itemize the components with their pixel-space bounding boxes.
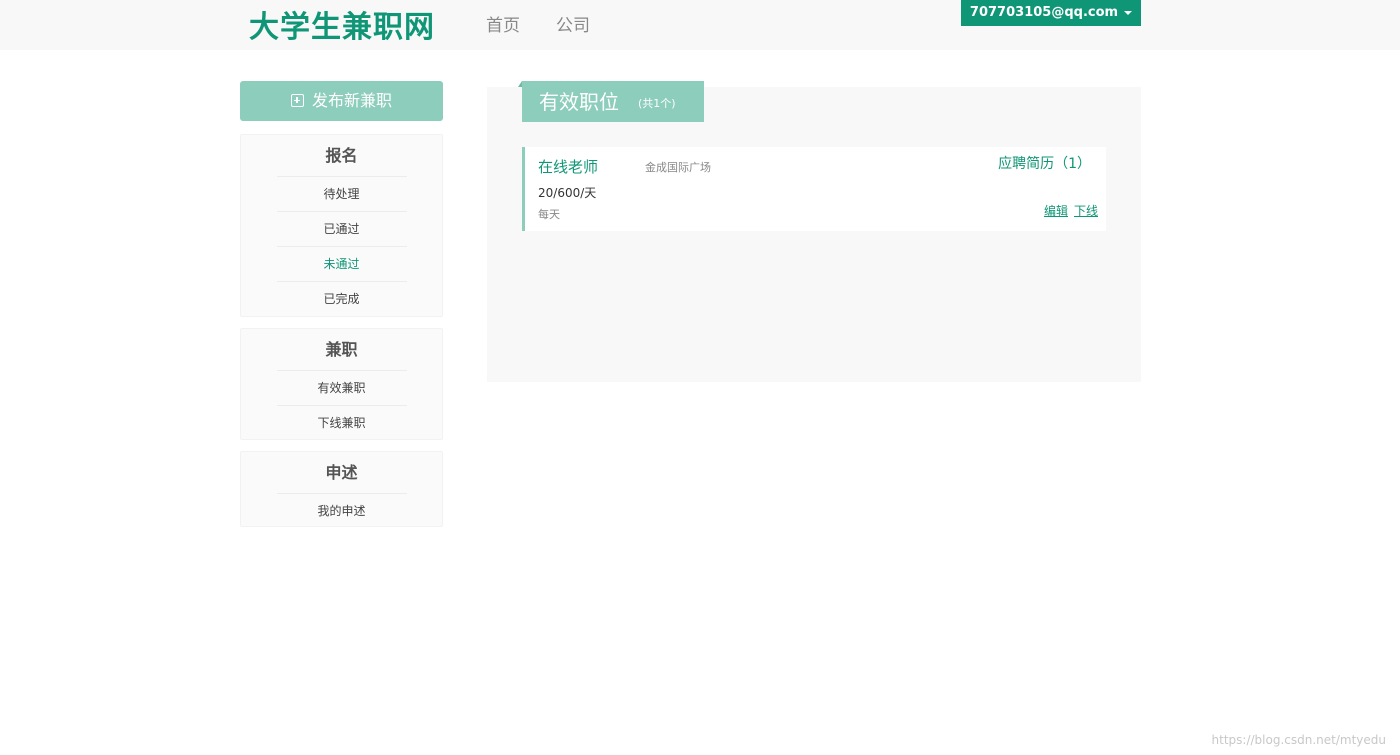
panel-title-tab: 有效职位 (共1个) [518,81,704,122]
plus-square-icon [290,94,304,107]
sidebar-item-offline-jobs[interactable]: 下线兼职 [276,405,407,440]
sidebar-item-my-complaints[interactable]: 我的申述 [276,493,407,528]
job-title[interactable]: 在线老师 [538,156,598,178]
sidebar-group-title: 报名 [325,146,358,165]
publish-label: 发布新兼职 [311,91,392,110]
edit-link[interactable]: 编辑 [1044,204,1068,218]
top-header: 大学生兼职网 首页 公司 707703105@qq.com [0,0,1400,50]
sidebar-group-title: 申述 [325,463,358,482]
job-count: (共1个) [638,97,676,110]
publish-new-job-button[interactable]: 发布新兼职 [240,81,443,121]
offline-link[interactable]: 下线 [1074,204,1098,218]
sidebar-item-approved[interactable]: 已通过 [276,211,407,246]
sidebar-item-rejected[interactable]: 未通过 [276,246,407,281]
job-actions: 编辑 下线 [1038,202,1098,220]
sidebar-item-pending[interactable]: 待处理 [276,176,407,211]
sidebar-group-complaint: 申述 我的申述 [240,451,443,527]
sidebar-group-signup: 报名 待处理 已通过 未通过 已完成 [240,134,443,317]
user-email: 707703105@qq.com [969,5,1119,20]
caret-down-icon [1124,10,1133,15]
watermark: https://blog.csdn.net/mtyedu [1211,733,1386,747]
page-title: 有效职位 [539,90,619,114]
resume-link[interactable]: 应聘简历（1） [998,154,1091,174]
user-menu-dropdown[interactable]: 707703105@qq.com [961,0,1141,26]
job-frequency: 每天 [538,208,560,221]
job-list-panel [487,87,1141,382]
nav-company[interactable]: 公司 [556,14,590,38]
sidebar-group-jobs: 兼职 有效兼职 下线兼职 [240,328,443,440]
job-salary: 20/600/天 [538,186,597,200]
nav-home[interactable]: 首页 [486,14,520,38]
sidebar-item-completed[interactable]: 已完成 [276,281,407,316]
site-logo[interactable]: 大学生兼职网 [249,8,435,48]
sidebar-item-active-jobs[interactable]: 有效兼职 [276,370,407,405]
job-location: 金成国际广场 [645,161,711,174]
sidebar-group-title: 兼职 [325,340,358,359]
job-card: 在线老师 金成国际广场 20/600/天 每天 应聘简历（1） 编辑 下线 [522,147,1106,231]
